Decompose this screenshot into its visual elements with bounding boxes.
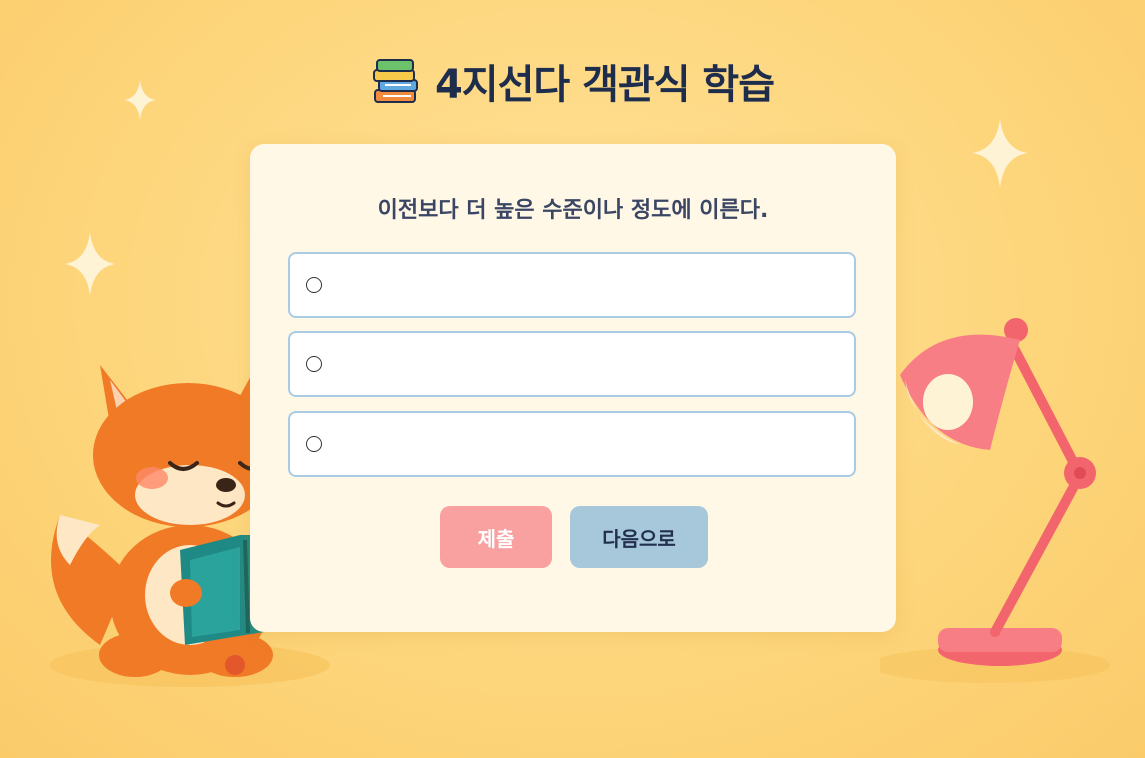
radio-button[interactable] <box>306 277 322 293</box>
radio-button[interactable] <box>306 436 322 452</box>
answer-option-1[interactable] <box>288 252 856 318</box>
page-title: 4지선다 객관식 학습 <box>434 62 775 108</box>
desk-lamp-illustration <box>880 318 1110 683</box>
books-icon <box>372 59 418 103</box>
radio-button[interactable] <box>306 356 322 372</box>
sparkle-icon <box>64 232 116 296</box>
submit-button[interactable]: 제출 <box>440 506 552 568</box>
page-header: 4지선다 객관식 학습 <box>0 52 1145 110</box>
quiz-card: 이전보다 더 높은 수준이나 정도에 이른다. 제출 다음으로 <box>250 144 896 632</box>
answer-option-3[interactable] <box>288 411 856 477</box>
question-text: 이전보다 더 높은 수준이나 정도에 이른다. <box>377 198 769 223</box>
answer-option-2[interactable] <box>288 331 856 397</box>
next-button[interactable]: 다음으로 <box>570 506 708 568</box>
sparkle-icon <box>972 118 1028 188</box>
